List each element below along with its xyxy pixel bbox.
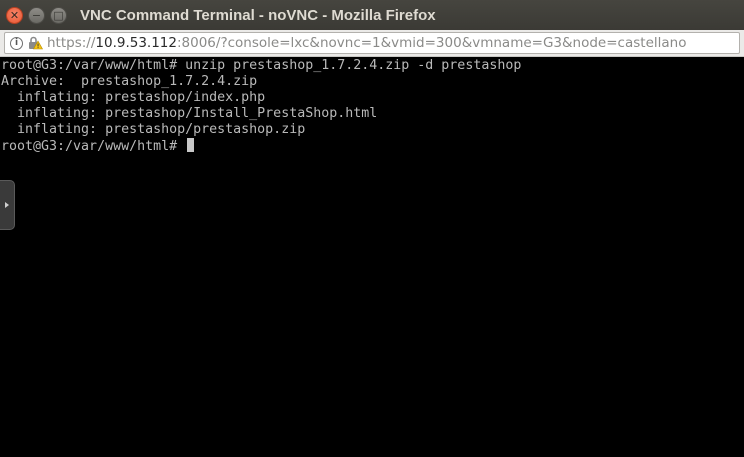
url-path: :8006/?console=lxc&novnc=1&vmid=300&vmna… — [176, 35, 687, 51]
terminal-line: inflating: prestashop/index.php — [1, 90, 266, 105]
terminal-prompt-line: root@G3:/var/www/html# — [1, 138, 744, 154]
firefox-window: ✕ − □ VNC Command Terminal - noVNC - Moz… — [0, 0, 744, 457]
maximize-icon: □ — [53, 8, 64, 22]
url-scheme: https:// — [47, 35, 96, 51]
close-window-button[interactable]: ✕ — [6, 6, 23, 24]
window-controls: ✕ − □ — [6, 6, 72, 24]
terminal-line: Archive: prestashop_1.7.2.4.zip — [1, 74, 258, 89]
title-bar[interactable]: ✕ − □ VNC Command Terminal - noVNC - Moz… — [0, 0, 744, 30]
url-host: 10.9.53.112 — [95, 35, 177, 51]
maximize-window-button[interactable]: □ — [50, 6, 67, 24]
terminal-line: root@G3:/var/www/html# unzip prestashop_… — [1, 58, 522, 73]
window-title: VNC Command Terminal - noVNC - Mozilla F… — [80, 6, 436, 24]
navigation-bar: i https://10.9.53.112:8006/?console=lxc&… — [0, 30, 744, 57]
terminal-line: inflating: prestashop/Install_PrestaShop… — [1, 106, 378, 121]
minimize-icon: − — [31, 8, 42, 22]
novnc-control-bar-handle[interactable] — [0, 180, 15, 230]
url-text[interactable]: https://10.9.53.112:8006/?console=lxc&no… — [47, 35, 686, 51]
minimize-window-button[interactable]: − — [28, 6, 45, 24]
url-field[interactable]: i https://10.9.53.112:8006/?console=lxc&… — [4, 32, 740, 54]
info-icon[interactable]: i — [10, 36, 23, 50]
terminal-cursor — [187, 138, 195, 152]
terminal-prompt: root@G3:/var/www/html# — [1, 139, 186, 154]
close-icon: ✕ — [9, 8, 20, 22]
vnc-terminal-screen[interactable]: root@G3:/var/www/html# unzip prestashop_… — [0, 57, 744, 457]
lock-warning-icon[interactable] — [27, 35, 44, 51]
terminal-line: inflating: prestashop/prestashop.zip — [1, 122, 306, 137]
chevron-right-icon — [5, 202, 9, 208]
